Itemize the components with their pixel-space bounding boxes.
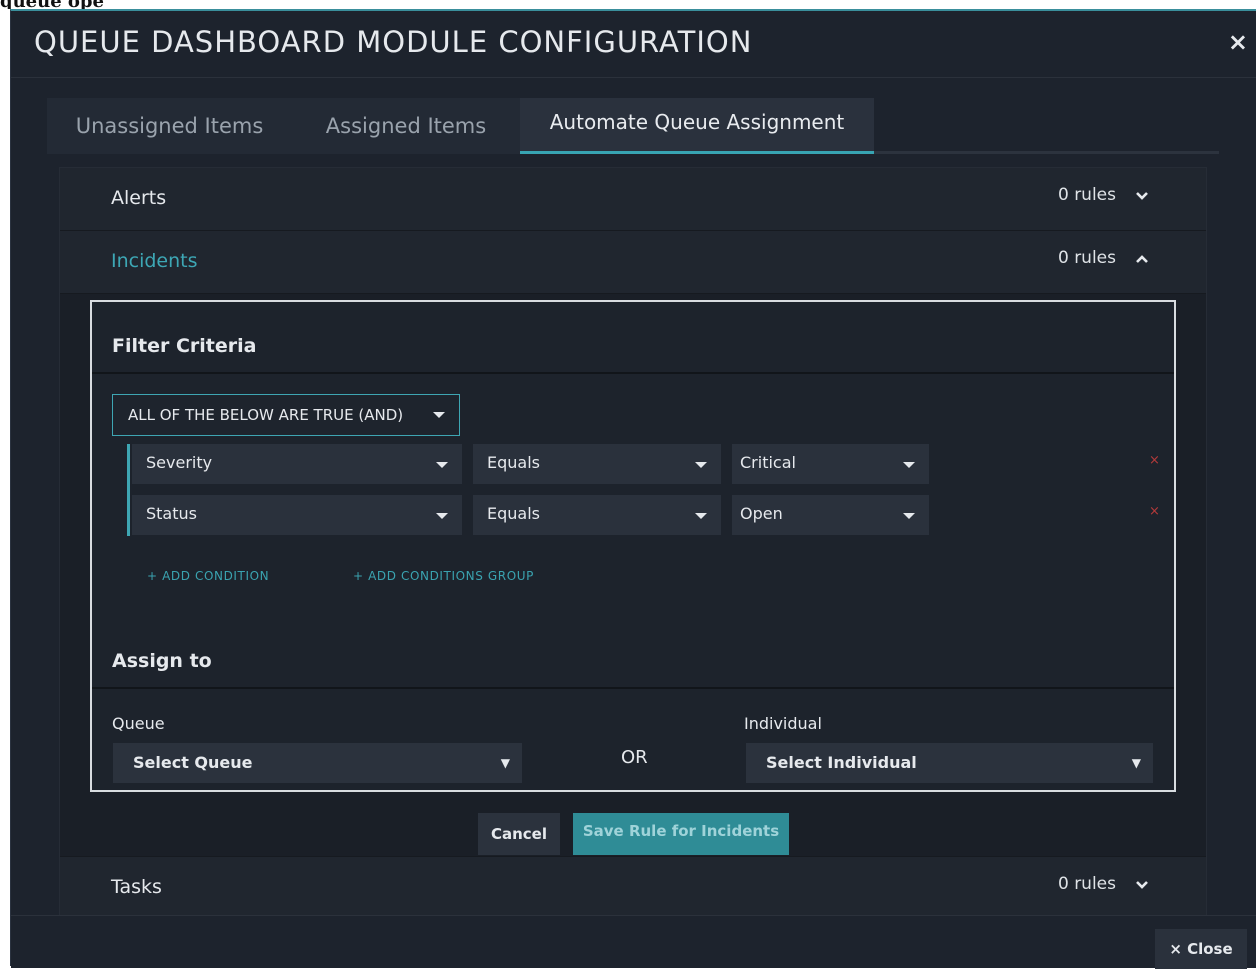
condition-1-value-select[interactable]: Critical bbox=[732, 444, 929, 484]
condition-1-delete-icon[interactable]: × bbox=[1149, 453, 1160, 468]
accordion-incidents-rules-count: 0 rules bbox=[1057, 248, 1116, 268]
accordion-alerts-label: Alerts bbox=[111, 187, 167, 209]
or-separator: OR bbox=[621, 747, 648, 768]
tab-automate-queue-assignment[interactable]: Automate Queue Assignment bbox=[520, 98, 874, 154]
logic-operator-label: ALL OF THE BELOW ARE TRUE (AND) bbox=[128, 406, 404, 424]
cancel-button[interactable]: Cancel bbox=[478, 813, 560, 855]
condition-2-value: Open bbox=[740, 504, 783, 523]
caret-down-icon bbox=[695, 513, 707, 519]
assign-to-heading: Assign to bbox=[112, 650, 212, 672]
accordion-tasks-label: Tasks bbox=[111, 876, 162, 898]
accordion-alerts-rules-count: 0 rules bbox=[1057, 185, 1116, 205]
add-condition-link[interactable]: + ADD CONDITION bbox=[147, 569, 269, 583]
tab-assigned-items[interactable]: Assigned Items bbox=[292, 98, 520, 154]
logic-operator-dropdown[interactable]: ALL OF THE BELOW ARE TRUE (AND) bbox=[112, 394, 460, 436]
condition-1-operator-select[interactable]: Equals bbox=[473, 444, 721, 484]
incidents-rule-editor: Filter Criteria ALL OF THE BELOW ARE TRU… bbox=[90, 300, 1176, 792]
condition-2-value-select[interactable]: Open bbox=[732, 495, 929, 535]
chevron-down-icon[interactable] bbox=[1134, 877, 1150, 893]
save-rule-button[interactable]: Save Rule for Incidents bbox=[573, 813, 789, 855]
individual-select-value: Select Individual bbox=[766, 753, 917, 772]
condition-1-operator-value: Equals bbox=[487, 453, 540, 472]
tab-bar: Unassigned Items Assigned Items Automate… bbox=[47, 98, 1219, 154]
individual-label: Individual bbox=[744, 714, 822, 733]
condition-1-field-select[interactable]: Severity bbox=[132, 444, 462, 484]
accordion-alerts[interactable]: Alerts 0 rules bbox=[60, 168, 1206, 231]
modal-title: QUEUE DASHBOARD MODULE CONFIGURATION bbox=[34, 25, 753, 59]
add-conditions-group-link[interactable]: + ADD CONDITIONS GROUP bbox=[353, 569, 534, 583]
chevron-up-icon[interactable] bbox=[1134, 251, 1150, 267]
tab-unassigned-items[interactable]: Unassigned Items bbox=[47, 98, 292, 154]
caret-down-icon bbox=[436, 462, 448, 468]
caret-down-icon bbox=[436, 513, 448, 519]
page-header-strip: queue ope bbox=[0, 0, 1256, 9]
filter-divider bbox=[92, 372, 1174, 374]
condition-group-bar bbox=[127, 444, 130, 536]
accordion-incidents[interactable]: Incidents 0 rules bbox=[60, 231, 1206, 294]
page-header-text: queue ope bbox=[0, 0, 104, 9]
condition-1-field-value: Severity bbox=[146, 453, 213, 472]
close-button[interactable]: × Close bbox=[1155, 929, 1247, 969]
condition-2-field-select[interactable]: Status bbox=[132, 495, 462, 535]
queue-label: Queue bbox=[112, 714, 165, 733]
config-modal: QUEUE DASHBOARD MODULE CONFIGURATION × U… bbox=[10, 9, 1256, 969]
condition-2-field-value: Status bbox=[146, 504, 197, 523]
accordion-incidents-label: Incidents bbox=[111, 250, 198, 272]
header-divider bbox=[11, 77, 1256, 78]
condition-1-value: Critical bbox=[740, 453, 796, 472]
filter-criteria-heading: Filter Criteria bbox=[112, 335, 257, 357]
caret-down-icon bbox=[903, 513, 915, 519]
accordion-tasks[interactable]: Tasks 0 rules bbox=[60, 856, 1206, 918]
accordion-tasks-rules-count: 0 rules bbox=[1057, 874, 1116, 894]
assign-divider bbox=[92, 687, 1174, 689]
condition-2-operator-select[interactable]: Equals bbox=[473, 495, 721, 535]
modal-footer: × Close bbox=[11, 915, 1256, 969]
caret-down-icon bbox=[433, 412, 445, 418]
condition-2-delete-icon[interactable]: × bbox=[1149, 504, 1160, 519]
close-icon[interactable]: × bbox=[1228, 28, 1248, 56]
queue-select[interactable]: Select Queue ▼ bbox=[113, 743, 522, 783]
dropdown-arrow-icon: ▼ bbox=[500, 756, 510, 770]
individual-select[interactable]: Select Individual ▼ bbox=[746, 743, 1153, 783]
queue-select-value: Select Queue bbox=[133, 753, 253, 772]
caret-down-icon bbox=[903, 462, 915, 468]
dropdown-arrow-icon: ▼ bbox=[1131, 756, 1141, 770]
rules-panel: Alerts 0 rules Incidents 0 rules Filter … bbox=[59, 167, 1207, 919]
condition-2-operator-value: Equals bbox=[487, 504, 540, 523]
caret-down-icon bbox=[695, 462, 707, 468]
chevron-down-icon[interactable] bbox=[1134, 188, 1150, 204]
